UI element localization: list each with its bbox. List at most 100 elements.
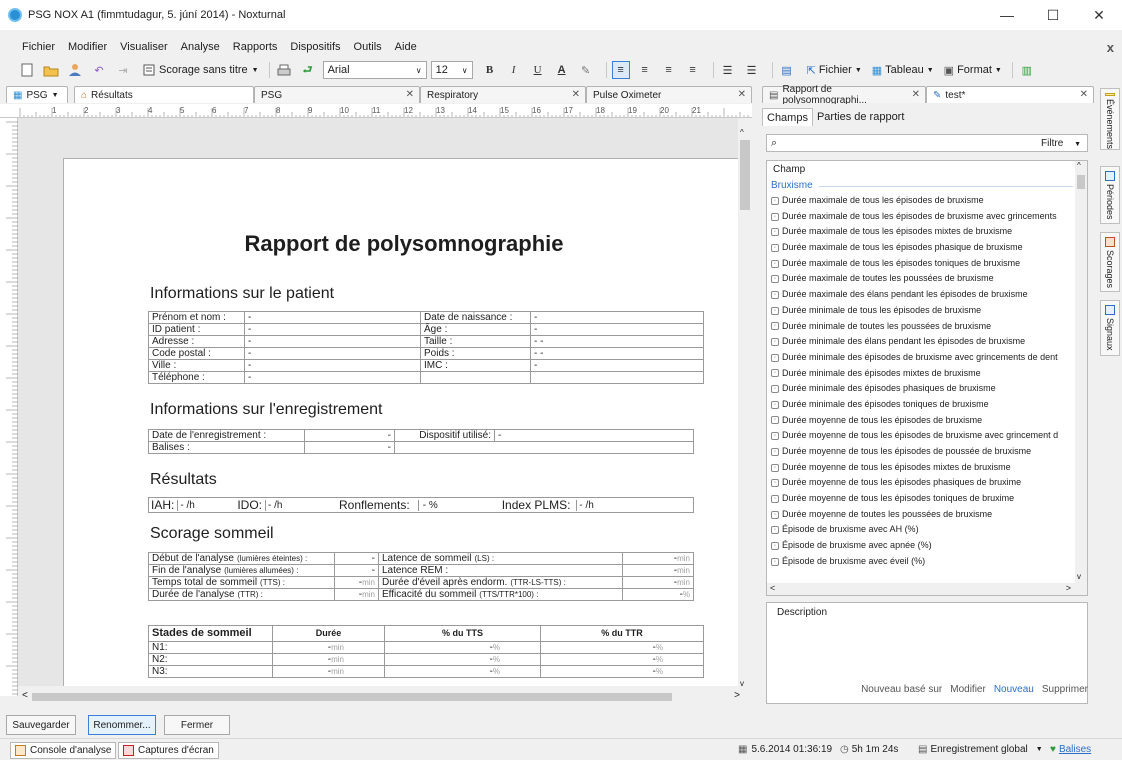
field-item[interactable]: ◦ Durée maximale de tous les épisodes mix… xyxy=(767,224,1087,240)
tab-fields[interactable]: Champs xyxy=(762,108,813,126)
highlight-icon[interactable]: ✎ xyxy=(577,61,595,79)
menu-file[interactable]: Fichier xyxy=(22,41,55,53)
scroll-up-icon[interactable]: ^ xyxy=(740,128,744,137)
side-tab-scorings[interactable]: Scorages xyxy=(1100,232,1120,292)
close-button[interactable]: ✕ xyxy=(1076,0,1122,30)
scroll-right-icon[interactable]: > xyxy=(1066,583,1071,593)
field-item[interactable]: ◦ Durée moyenne de tous les épisodes de b… xyxy=(767,413,1087,429)
field-item[interactable]: ◦ Durée minimale de toutes les poussées d… xyxy=(767,319,1087,335)
vertical-scrollbar[interactable]: ^ v xyxy=(738,128,752,688)
scroll-left-icon[interactable]: < xyxy=(22,690,28,701)
field-item[interactable]: ◦ Durée maximale de tous les épisodes de … xyxy=(767,193,1087,209)
group-bruxism[interactable]: Bruxisme xyxy=(767,179,1087,193)
field-item[interactable]: ◦ Durée minimale des épisodes phasiques d… xyxy=(767,381,1087,397)
list-scrollbar[interactable]: ^ v xyxy=(1075,161,1087,595)
font-color-button[interactable]: A xyxy=(553,61,571,79)
field-item[interactable]: ◦ Durée maximale de tous les épisodes pha… xyxy=(767,240,1087,256)
file-insert-dropdown[interactable]: ⇱ Fichier ▼ xyxy=(802,61,867,79)
field-item[interactable]: ◦ Épisode de bruxisme avec AH (%) xyxy=(767,522,1087,538)
field-item[interactable]: ◦ Durée maximale de tous les épisodes de … xyxy=(767,209,1087,225)
field-item[interactable]: ◦ Durée minimale des épisodes toniques de… xyxy=(767,397,1087,413)
field-item[interactable]: ◦ Durée maximale de toutes les poussées d… xyxy=(767,271,1087,287)
user-icon[interactable] xyxy=(66,61,84,79)
screenshots-tab[interactable]: Captures d'écran xyxy=(118,742,219,759)
field-item[interactable]: ◦ Durée moyenne de tous les épisodes phas… xyxy=(767,475,1087,491)
menu-tools[interactable]: Outils xyxy=(354,41,382,53)
align-left-icon[interactable]: ≡ xyxy=(611,61,630,79)
print-icon[interactable] xyxy=(275,61,293,79)
forward-icon[interactable]: ⇥ xyxy=(114,61,132,79)
open-folder-icon[interactable] xyxy=(42,61,60,79)
list-hscrollbar[interactable]: < > xyxy=(767,583,1077,595)
tab-report-polysomnography[interactable]: ▤ Rapport de polysomnographi... ✕ xyxy=(762,84,926,106)
side-tab-signals[interactable]: Signaux xyxy=(1100,300,1120,356)
filter-button[interactable]: Filtre ▼ xyxy=(1041,138,1081,149)
modify-link[interactable]: Modifier xyxy=(950,684,986,695)
scroll-right-icon[interactable]: > xyxy=(734,690,740,701)
search-input[interactable]: ⌕ Filtre ▼ xyxy=(766,134,1088,152)
field-item[interactable]: ◦ Durée maximale des élans pendant les ép… xyxy=(767,287,1087,303)
save-button[interactable]: Sauvegarder xyxy=(6,715,76,735)
field-item[interactable]: ◦ Durée minimale de tous les épisodes de … xyxy=(767,303,1087,319)
fields-list[interactable]: Champ Bruxisme ◦ Durée maximale de tous l… xyxy=(766,160,1088,596)
underline-button[interactable]: U xyxy=(529,61,547,79)
markers-link[interactable]: ♥ Balises xyxy=(1050,744,1091,755)
tab-report-parts[interactable]: Parties de rapport xyxy=(813,108,908,126)
refresh-icon[interactable]: ⮐ xyxy=(299,61,317,79)
maximize-button[interactable]: ☐ xyxy=(1030,0,1076,30)
menu-help[interactable]: Aide xyxy=(395,41,417,53)
table-dropdown[interactable]: ▦ Tableau ▼ xyxy=(867,61,939,79)
field-item[interactable]: ◦ Durée moyenne de tous les épisodes toni… xyxy=(767,491,1087,507)
tab-test[interactable]: ✎ test* ✕ xyxy=(926,86,1094,103)
field-item[interactable]: ◦ Épisode de bruxisme avec apnée (%) xyxy=(767,538,1087,554)
menu-analysis[interactable]: Analyse xyxy=(181,41,220,53)
scroll-thumb[interactable] xyxy=(32,693,672,701)
minimize-button[interactable]: — xyxy=(984,0,1030,30)
field-item[interactable]: ◦ Durée minimale des élans pendant les ép… xyxy=(767,334,1087,350)
field-item[interactable]: ◦ Durée minimale des épisodes de bruxisme… xyxy=(767,350,1087,366)
scroll-down-icon[interactable]: v xyxy=(740,679,744,688)
font-size-select[interactable]: 12 ∨ xyxy=(430,61,473,79)
close-icon[interactable]: ✕ xyxy=(738,89,746,100)
field-item[interactable]: ◦ Durée moyenne de tous les épisodes de b… xyxy=(767,428,1087,444)
tab-psg[interactable]: PSG ✕ xyxy=(254,86,420,103)
close-icon[interactable]: ✕ xyxy=(572,89,580,100)
field-item[interactable]: ◦ Durée maximale de tous les épisodes ton… xyxy=(767,256,1087,272)
field-item[interactable]: ◦ Durée moyenne de tous les épisodes de p… xyxy=(767,444,1087,460)
menu-view[interactable]: Visualiser xyxy=(120,41,168,53)
bold-button[interactable]: B xyxy=(481,61,499,79)
view-icon[interactable]: ▤ xyxy=(778,61,796,79)
console-tab[interactable]: Console d'analyse xyxy=(10,742,117,759)
field-item[interactable]: ◦ Épisode de bruxisme avec éveil (%) xyxy=(767,554,1087,570)
numbered-list-icon[interactable]: ☰ xyxy=(743,61,761,79)
undo-icon[interactable]: ↶ xyxy=(90,61,108,79)
scroll-thumb[interactable] xyxy=(1077,175,1085,189)
field-item[interactable]: ◦ Durée minimale des épisodes mixtes de b… xyxy=(767,366,1087,382)
tab-respiratory[interactable]: Respiratory ✕ xyxy=(420,86,586,103)
psg-dropdown[interactable]: ▦ PSG ▼ xyxy=(6,86,68,103)
align-center-icon[interactable]: ≡ xyxy=(636,61,654,79)
close-icon[interactable]: ✕ xyxy=(406,89,414,100)
format-dropdown[interactable]: ▣ Format ▼ xyxy=(939,61,1007,79)
side-tab-events[interactable]: Événements xyxy=(1100,88,1120,150)
new-link[interactable]: Nouveau xyxy=(994,684,1034,695)
field-item[interactable]: ◦ Durée moyenne de toutes les poussées de… xyxy=(767,507,1087,523)
tab-results[interactable]: ⌂ Résultats xyxy=(74,86,254,103)
delete-link[interactable]: Supprimer xyxy=(1042,684,1088,695)
new-file-icon[interactable] xyxy=(18,61,36,79)
bullet-list-icon[interactable]: ☰ xyxy=(719,61,737,79)
horizontal-scrollbar[interactable]: < > xyxy=(18,690,752,704)
menu-edit[interactable]: Modifier xyxy=(68,41,107,53)
close-report-button[interactable]: Fermer xyxy=(164,715,230,735)
scroll-left-icon[interactable]: < xyxy=(770,583,775,593)
report-page[interactable]: Rapport de polysomnographie Informations… xyxy=(63,158,738,686)
close-document-icon[interactable]: x xyxy=(1107,40,1114,55)
recording-mode-dropdown[interactable]: ▤ Enregistrement global ▼ xyxy=(918,744,1043,755)
justify-icon[interactable]: ≡ xyxy=(684,61,702,79)
side-tab-periods[interactable]: Périodes xyxy=(1100,166,1120,224)
document-area[interactable]: Rapport de polysomnographie Informations… xyxy=(18,118,738,686)
close-icon[interactable]: ✕ xyxy=(912,89,920,100)
close-icon[interactable]: ✕ xyxy=(1080,89,1088,100)
scoring-dropdown[interactable]: Scorage sans titre ▼ xyxy=(138,61,264,79)
font-name-select[interactable]: Arial ∨ xyxy=(322,61,427,79)
